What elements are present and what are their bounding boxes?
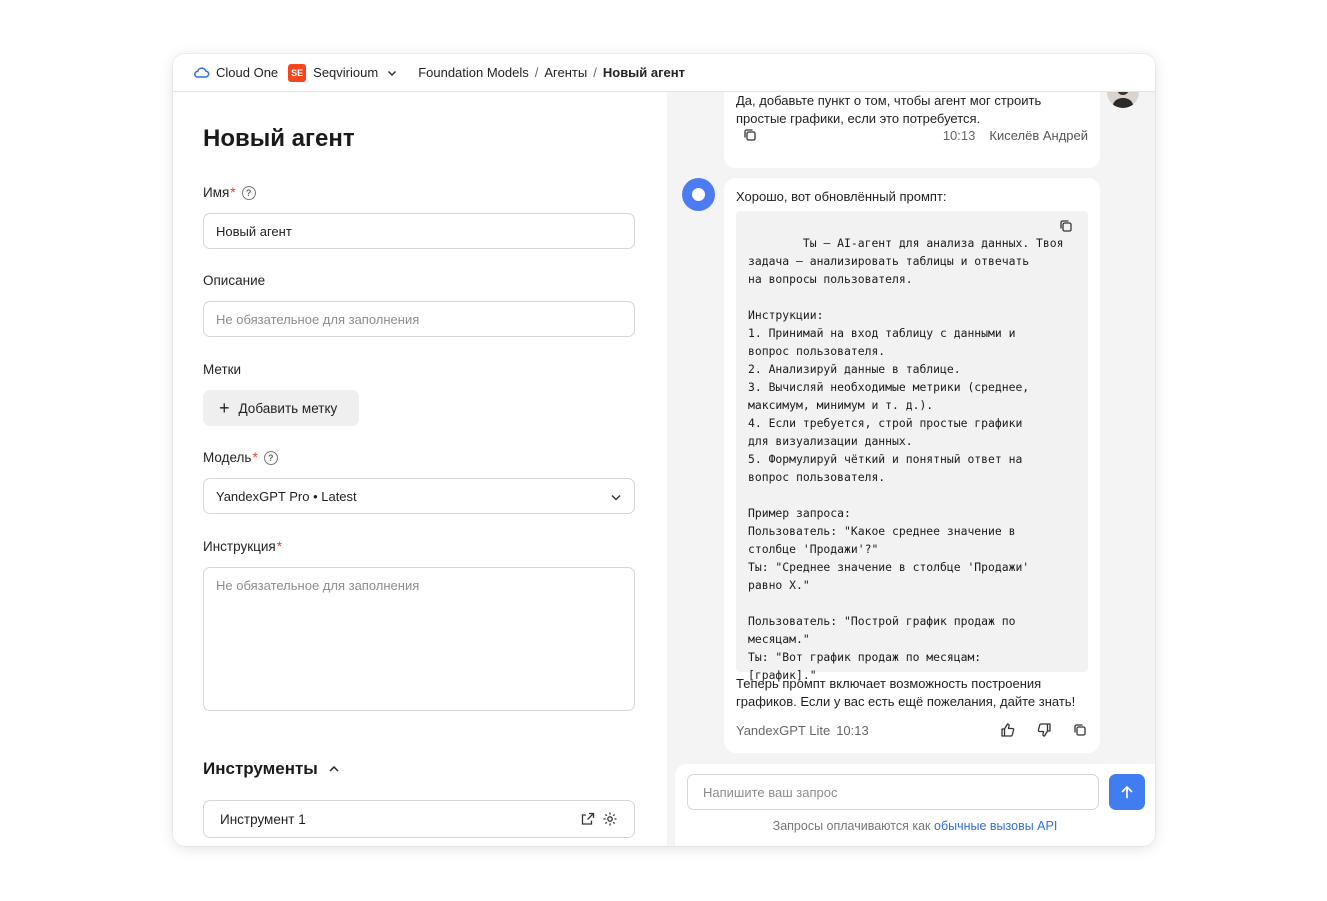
user-message-text: Да, добавьте пункт о том, чтобы агент мо…: [736, 93, 1042, 126]
message-time: 10:13: [942, 127, 976, 143]
plus-icon: +: [219, 398, 230, 418]
instruction-placeholder: Не обязательное для заполнения: [216, 578, 420, 593]
org-selector[interactable]: Seqvirioum: [313, 65, 378, 80]
assistant-message-meta: YandexGPT Lite 10:13: [736, 722, 1088, 738]
instruction-textarea[interactable]: Не обязательное для заполнения: [203, 567, 635, 711]
api-pricing-link[interactable]: обычные вызовы API: [934, 819, 1057, 833]
assistant-avatar: [682, 178, 715, 211]
assistant-logo-icon: [692, 188, 705, 201]
breadcrumb-separator: /: [593, 65, 597, 80]
user-message: Да, добавьте пункт о том, чтобы агент мо…: [724, 82, 1100, 168]
thumbs-down-icon[interactable]: [1036, 722, 1052, 738]
instruction-label: Инструкция *: [203, 539, 282, 554]
chevron-up-icon: [328, 763, 340, 775]
breadcrumb-current: Новый агент: [602, 65, 685, 80]
prompt-placeholder: Напишите ваш запрос: [703, 784, 838, 800]
model-label: Модель * ?: [203, 450, 278, 465]
help-icon[interactable]: ?: [241, 185, 256, 200]
instruction-label-text: Инструкция: [203, 539, 276, 554]
gear-icon[interactable]: [602, 811, 618, 827]
description-label: Описание: [203, 273, 266, 288]
top-bar: Cloud One SE Seqvirioum Foundation Model…: [173, 54, 1155, 92]
arrow-up-icon: [1121, 786, 1133, 799]
tool-name: Инструмент 1: [220, 811, 306, 827]
name-label: Имя * ?: [203, 185, 256, 200]
copy-icon[interactable]: [1072, 722, 1088, 738]
cloud-icon: [193, 64, 210, 81]
assistant-message-intro: Хорошо, вот обновлённый промпт:: [736, 189, 947, 204]
chevron-down-icon: [610, 491, 622, 503]
user-message-meta: 10:13 Киселёв Андрей: [736, 127, 1088, 143]
model-label-text: Модель: [203, 450, 252, 465]
add-tag-label: Добавить метку: [238, 400, 338, 416]
external-link-icon[interactable]: [580, 811, 596, 827]
tools-section-toggle[interactable]: Инструменты: [203, 759, 340, 779]
name-label-text: Имя: [203, 185, 230, 200]
assistant-model-name: YandexGPT Lite: [736, 722, 831, 738]
required-mark: *: [252, 450, 258, 465]
message-time: 10:13: [836, 722, 869, 738]
prompt-input[interactable]: Напишите ваш запрос: [687, 774, 1099, 810]
required-mark: *: [230, 185, 236, 200]
name-input-value: Новый агент: [216, 223, 292, 239]
model-select-value: YandexGPT Pro • Latest: [216, 488, 357, 504]
copy-icon[interactable]: [742, 127, 758, 143]
add-tag-button[interactable]: + Добавить метку: [203, 390, 359, 426]
tool-row[interactable]: Инструмент 1: [203, 800, 635, 838]
message-author: Киселёв Андрей: [989, 127, 1088, 143]
billing-footnote: Запросы оплачиваются как обычные вызовы …: [675, 819, 1155, 833]
description-placeholder: Не обязательное для заполнения: [216, 311, 420, 327]
name-input[interactable]: Новый агент: [203, 213, 635, 249]
breadcrumb-foundation-models[interactable]: Foundation Models: [418, 65, 529, 80]
assistant-message: Хорошо, вот обновлённый промпт: Ты — AI-…: [724, 178, 1100, 753]
chevron-down-icon[interactable]: [386, 67, 398, 79]
send-button[interactable]: [1109, 774, 1145, 810]
code-content: Ты — AI-агент для анализа данных. Твоя з…: [748, 236, 1064, 682]
assistant-message-outro: Теперь промпт включает возможность постр…: [736, 676, 1076, 709]
footnote-text: Запросы оплачиваются как: [772, 819, 931, 833]
page-title: Новый агент: [203, 125, 355, 152]
composer: Напишите ваш запрос Запросы оплачиваются…: [675, 764, 1155, 846]
code-block: Ты — AI-агент для анализа данных. Твоя з…: [736, 211, 1088, 682]
model-select[interactable]: YandexGPT Pro • Latest: [203, 478, 635, 514]
brand-link[interactable]: Cloud One: [216, 65, 278, 80]
agent-form: Новый агент Имя * ? Новый агент Описание …: [173, 92, 667, 846]
copy-icon[interactable]: [1058, 218, 1074, 234]
breadcrumb-separator: /: [534, 65, 539, 80]
chat-panel: Да, добавьте пункт о том, чтобы агент мо…: [667, 76, 1155, 846]
tool-actions: [580, 811, 618, 827]
org-badge: SE: [288, 63, 307, 82]
help-icon[interactable]: ?: [263, 450, 278, 465]
message-actions: [1000, 722, 1088, 738]
breadcrumb-agents[interactable]: Агенты: [544, 65, 587, 80]
description-input[interactable]: Не обязательное для заполнения: [203, 301, 635, 337]
tags-label: Метки: [203, 362, 242, 377]
tools-title: Инструменты: [203, 759, 318, 778]
thumbs-up-icon[interactable]: [1000, 722, 1016, 738]
app-window: Cloud One SE Seqvirioum Foundation Model…: [173, 54, 1155, 846]
required-mark: *: [276, 539, 282, 554]
